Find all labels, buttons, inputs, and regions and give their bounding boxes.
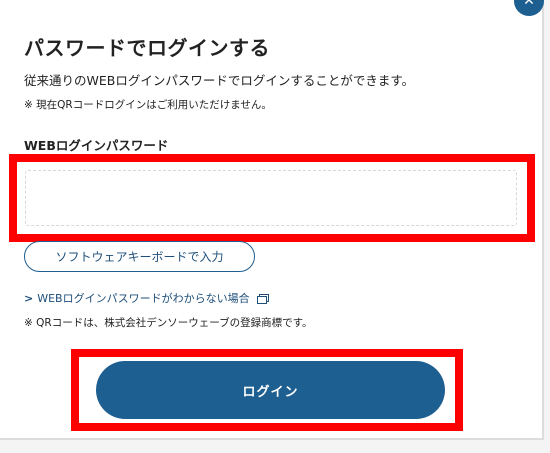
- dialog-description: 従来通りのWEBログインパスワードでログインすることができます。: [24, 73, 415, 88]
- password-label: WEBログインパスワード: [24, 138, 169, 153]
- page: ✕ パスワードでログインする 従来通りのWEBログインパスワードでログインするこ…: [0, 0, 550, 453]
- forgot-password-link[interactable]: > WEBログインパスワードがわからない場合: [24, 290, 269, 306]
- close-icon: ✕: [523, 0, 535, 9]
- password-input[interactable]: [25, 170, 517, 226]
- qr-unavailable-note: ※ 現在QRコードログインはご利用いただけません。: [24, 99, 272, 111]
- close-button[interactable]: ✕: [514, 0, 544, 16]
- chevron-right-icon: >: [24, 291, 34, 305]
- login-button[interactable]: ログイン: [96, 361, 445, 419]
- dialog-title: パスワードでログインする: [24, 36, 270, 60]
- software-keyboard-button[interactable]: ソフトウェアキーボードで入力: [24, 241, 255, 272]
- software-keyboard-label: ソフトウェアキーボードで入力: [55, 250, 224, 264]
- forgot-password-label: WEBログインパスワードがわからない場合: [37, 292, 250, 305]
- external-window-icon: [256, 293, 269, 304]
- login-dialog: ✕ パスワードでログインする 従来通りのWEBログインパスワードでログインするこ…: [0, 0, 544, 440]
- login-button-label: ログイン: [242, 384, 299, 400]
- trademark-note: ※ QRコードは、株式会社デンソーウェーブの登録商標です。: [24, 317, 313, 329]
